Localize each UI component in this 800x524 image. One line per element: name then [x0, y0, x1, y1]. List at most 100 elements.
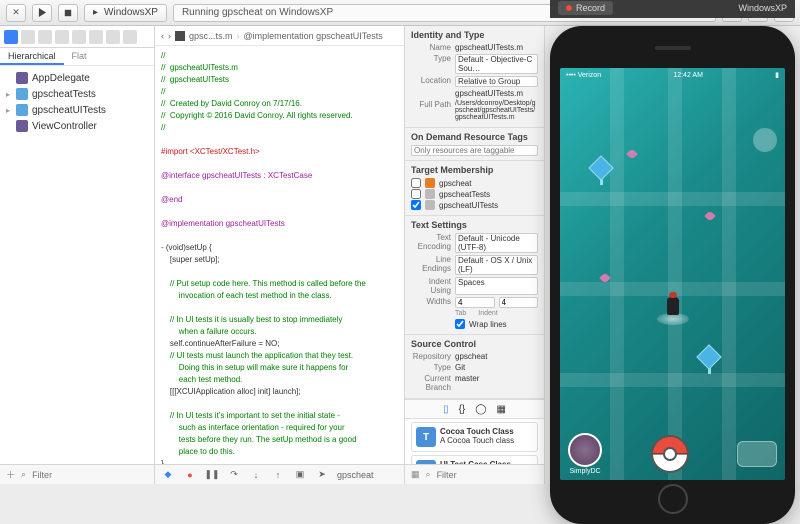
- home-button[interactable]: [658, 484, 688, 514]
- tab-width-stepper[interactable]: [455, 297, 495, 308]
- header-file-icon: [16, 120, 28, 132]
- identity-section-title: Identity and Type: [411, 30, 538, 40]
- test-target-icon: [425, 189, 435, 199]
- inspector-panel: Identity and Type NamegpscheatUITests.m …: [405, 26, 545, 484]
- jump-bar[interactable]: ‹ › gpsc...ts.m › @implementation gpsche…: [155, 26, 404, 46]
- debug-bar: ◆ ● ❚❚ ↷ ↓ ↑ ▣ ➤ gpscheat: [155, 464, 404, 484]
- find-navigator-tab[interactable]: [38, 30, 52, 44]
- record-button[interactable]: Record: [558, 1, 613, 15]
- pokestop-icon[interactable]: [592, 159, 612, 187]
- debug-navigator-tab[interactable]: [89, 30, 103, 44]
- jump-group[interactable]: gpsc...ts.m: [189, 31, 233, 41]
- report-navigator-tab[interactable]: [123, 30, 137, 44]
- app-target-icon: [425, 178, 435, 188]
- breakpoint-navigator-tab[interactable]: [106, 30, 120, 44]
- project-navigator-tab[interactable]: [4, 30, 18, 44]
- view-debug-icon[interactable]: ▣: [293, 468, 307, 482]
- filter-icon: ⌕: [21, 469, 26, 480]
- navigator-tabs: [0, 26, 154, 48]
- file-name-field[interactable]: gpscheatUITests.m: [455, 43, 538, 52]
- device-frame: Record WindowsXP •••• Verizon 12:42 AM ▮: [550, 26, 795, 524]
- class-template-icon: T: [416, 427, 436, 447]
- issue-navigator-tab[interactable]: [55, 30, 69, 44]
- object-library-tab-icon[interactable]: ◯: [475, 404, 486, 415]
- pokeball-button[interactable]: [651, 435, 689, 473]
- library-filter-bar: ▦ ⌕: [405, 464, 544, 484]
- compass-button[interactable]: [753, 128, 777, 152]
- folder-icon: [16, 88, 28, 100]
- back-icon[interactable]: ‹: [161, 31, 164, 41]
- step-over-icon[interactable]: ↷: [227, 468, 241, 482]
- editor-area: ‹ › gpsc...ts.m › @implementation gpsche…: [155, 26, 405, 484]
- nearby-button[interactable]: [737, 441, 777, 467]
- test-navigator-tab[interactable]: [72, 30, 86, 44]
- library-filter-input[interactable]: [437, 470, 545, 480]
- navigator-filter-bar: ＋ ⌕ ◐ ▢: [0, 464, 154, 484]
- library-tabs: ▯ {} ◯ ▦: [405, 399, 544, 419]
- target-checkbox-row[interactable]: gpscheatTests: [411, 189, 538, 199]
- source-control-title: Source Control: [411, 339, 538, 349]
- text-encoding-select[interactable]: Default - Unicode (UTF-8): [455, 233, 538, 253]
- subtab-hierarchical[interactable]: Hierarchical: [0, 48, 64, 65]
- jump-file-icon: [175, 31, 185, 41]
- tree-item[interactable]: ViewController: [2, 118, 152, 134]
- game-bottom-bar: SimplyDC: [568, 436, 777, 472]
- tree-item[interactable]: AppDelegate: [2, 70, 152, 86]
- close-window-button[interactable]: ✕: [6, 4, 26, 22]
- stop-button[interactable]: [58, 4, 78, 22]
- file-template-tab-icon[interactable]: ▯: [443, 404, 449, 415]
- indent-using-select[interactable]: Spaces: [455, 277, 538, 295]
- target-checkbox-row[interactable]: gpscheatUITests: [411, 200, 538, 210]
- profile-button[interactable]: [568, 433, 602, 467]
- full-path-value: /Users/dconroy/Desktop/gpscheat/gpscheat…: [455, 100, 538, 121]
- grid-view-icon[interactable]: ▦: [411, 469, 420, 480]
- run-button[interactable]: [32, 4, 52, 22]
- debug-target[interactable]: gpscheat: [337, 470, 374, 480]
- subtab-flat[interactable]: Flat: [64, 48, 95, 65]
- folder-icon: [16, 104, 28, 116]
- device-screen[interactable]: •••• Verizon 12:42 AM ▮: [560, 68, 785, 480]
- simulator-titlebar: Record WindowsXP: [550, 0, 795, 18]
- scheme-selector[interactable]: ▸ WindowsXP: [84, 4, 167, 22]
- media-library-tab-icon[interactable]: ▦: [496, 404, 505, 415]
- simulator-area: Record WindowsXP •••• Verizon 12:42 AM ▮: [545, 26, 800, 484]
- ondemand-section-title: On Demand Resource Tags: [411, 132, 538, 142]
- target-checkbox-row[interactable]: gpscheat: [411, 178, 538, 188]
- filter-icon: ⌕: [426, 469, 431, 480]
- speaker-grille: [655, 46, 691, 50]
- location-select[interactable]: Relative to Group: [455, 76, 538, 87]
- forward-icon[interactable]: ›: [168, 31, 171, 41]
- navigator-filter-input[interactable]: [32, 470, 149, 480]
- symbol-navigator-tab[interactable]: [21, 30, 35, 44]
- jump-symbol[interactable]: @implementation gpscheatUITests: [244, 31, 383, 41]
- add-icon[interactable]: ＋: [6, 468, 15, 481]
- player-name-label: SimplyDC: [569, 468, 600, 475]
- pokestop-icon[interactable]: [700, 348, 720, 376]
- resource-tags-input[interactable]: [411, 145, 538, 156]
- file-type-select[interactable]: Default - Objective-C Sou…: [455, 54, 538, 74]
- header-file-icon: [16, 72, 28, 84]
- breakpoint-toggle-icon[interactable]: ◆: [161, 468, 175, 482]
- navigator-panel: Hierarchical Flat AppDelegate ▸gpscheatT…: [0, 26, 155, 484]
- scheme-target: WindowsXP: [104, 7, 158, 18]
- pause-icon[interactable]: ❚❚: [205, 468, 219, 482]
- indent-width-stepper[interactable]: [499, 297, 539, 308]
- file-tree: AppDelegate ▸gpscheatTests ▸gpscheatUITe…: [0, 66, 154, 464]
- text-settings-title: Text Settings: [411, 220, 538, 230]
- template-item[interactable]: TUI Test Case ClassA class implementing …: [411, 455, 538, 464]
- player-avatar-icon: [666, 297, 680, 317]
- ui-record-icon[interactable]: ●: [183, 468, 197, 482]
- target-membership-title: Target Membership: [411, 165, 538, 175]
- tree-item[interactable]: ▸gpscheatUITests: [2, 102, 152, 118]
- simulator-title: WindowsXP: [738, 3, 787, 13]
- template-item[interactable]: TCocoa Touch ClassA Cocoa Touch class: [411, 422, 538, 452]
- wrap-lines-checkbox[interactable]: Wrap lines: [455, 319, 538, 329]
- step-into-icon[interactable]: ↓: [249, 468, 263, 482]
- line-endings-select[interactable]: Default - OS X / Unix (LF): [455, 255, 538, 275]
- source-editor[interactable]: //// gpscheatUITests.m// gpscheatUITests…: [155, 46, 404, 464]
- tree-item[interactable]: ▸gpscheatTests: [2, 86, 152, 102]
- test-target-icon: [425, 200, 435, 210]
- code-snippet-tab-icon[interactable]: {}: [459, 404, 466, 415]
- step-out-icon[interactable]: ↑: [271, 468, 285, 482]
- location-icon[interactable]: ➤: [315, 468, 329, 482]
